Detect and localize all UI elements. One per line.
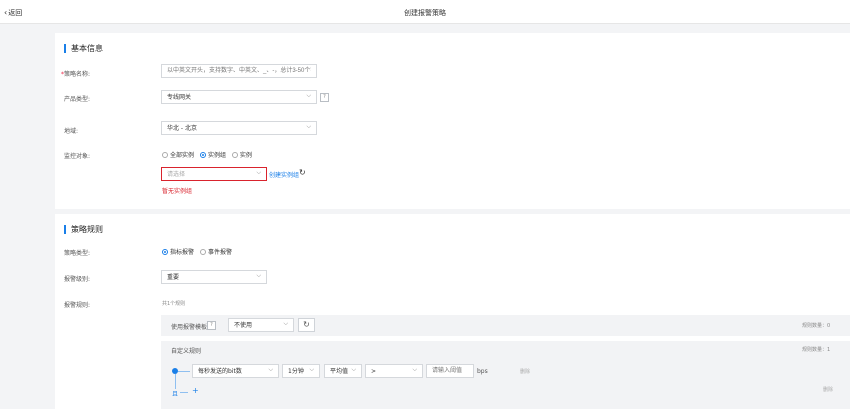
monitor-object-label: 监控对象: [64,153,91,160]
chevron-down-icon: ⌵ [256,272,261,279]
page-title: 创建报警策略 [404,9,446,17]
custom-rule-count: 规则数量：1 [802,347,831,353]
basic-info-card: 基本信息 *策略名称: 产品类型: 专线网关 ⌵ ? 地域: 华北 - 北京 ⌵ 监… [55,33,850,209]
chevron-down-icon: ⌵ [283,320,288,327]
connector-line [178,371,190,372]
alarm-level-label: 报警级别: [64,276,91,283]
rule-count-text: 共1个规则 [162,301,186,307]
template-rule-count: 规则数量：0 [802,323,831,329]
product-type-label: 产品类型: [64,96,91,103]
top-bar: ‹返回 创建报警策略 [0,0,850,24]
unit-label: bps [477,368,488,375]
delete-rule-button[interactable]: 删除 [823,386,833,393]
policy-type-radios: 指标报警 事件报警 [162,247,236,256]
operator-select[interactable]: > ⌵ [365,364,423,378]
alarm-level-value: 重要 [167,274,180,281]
radio-event-alarm[interactable]: 事件报警 [199,249,232,256]
statistic-select[interactable]: 平均值 ⌵ [324,364,362,378]
refresh-template-button[interactable]: ↻ [298,318,315,332]
add-condition-icon[interactable]: + [192,386,199,395]
product-type-select[interactable]: 专线网关 ⌵ [161,90,317,104]
refresh-icon[interactable]: ↻ [299,168,306,177]
region-label: 地域: [64,128,79,135]
alarm-level-select[interactable]: 重要 ⌵ [161,270,267,284]
template-value: 不使用 [234,322,253,329]
metric-value: 每秒发送的bit数 [198,368,242,375]
policy-rules-title: 策略规则 [64,225,103,234]
delete-condition-button[interactable]: 删除 [520,368,530,375]
chevron-down-icon: ⌵ [306,92,311,99]
region-select[interactable]: 华北 - 北京 ⌵ [161,121,317,135]
chevron-down-icon: ⌵ [412,366,417,373]
statistic-value: 平均值 [330,368,349,375]
policy-type-label: 策略类型: [64,250,91,257]
no-instance-group-error: 暂无实例组 [162,188,193,195]
template-label: 使用报警模板 [171,324,208,331]
chevron-down-icon: ⌵ [309,366,314,373]
connector-line [175,374,176,389]
alarm-rule-label: 报警规则: [64,302,91,309]
chevron-down-icon: ⌵ [351,366,356,373]
policy-rules-card: 策略规则 策略类型: 指标报警 事件报警 报警级别: 重要 ⌵ 报警规则: 共1个… [55,214,850,409]
chevron-down-icon: ⌵ [268,366,273,373]
period-select[interactable]: 1分钟 ⌵ [282,364,320,378]
help-icon[interactable]: ? [207,321,216,330]
metric-select[interactable]: 每秒发送的bit数 ⌵ [192,364,279,378]
policy-name-input[interactable] [161,64,317,78]
radio-all-instances[interactable]: 全部实例 [162,152,194,159]
radio-instance-group[interactable]: 实例组 [199,152,226,159]
connector-line [180,392,188,393]
create-instance-group-link[interactable]: 创建实例组 [269,170,299,179]
instance-group-select[interactable]: 请选择 ⌵ [161,167,267,181]
region-value: 华北 - 北京 [167,125,197,132]
operator-value: > [371,368,377,375]
chevron-down-icon: ⌵ [256,169,261,176]
threshold-input[interactable] [426,364,474,378]
policy-name-label: *策略名称: [61,71,91,78]
refresh-icon: ↻ [303,320,310,329]
monitor-object-radios: 全部实例 实例组 实例 [162,150,256,159]
custom-rule-label: 自定义规则 [171,348,202,355]
template-select[interactable]: 不使用 ⌵ [228,318,294,332]
help-icon[interactable]: ? [320,93,329,102]
chevron-down-icon: ⌵ [306,123,311,130]
and-label: 且 [172,391,179,398]
radio-metric-alarm[interactable]: 指标报警 [162,249,194,256]
radio-instance[interactable]: 实例 [231,152,252,159]
period-value: 1分钟 [288,368,304,375]
instance-group-placeholder: 请选择 [167,171,186,178]
basic-info-title: 基本信息 [64,44,103,53]
product-type-value: 专线网关 [167,94,192,101]
